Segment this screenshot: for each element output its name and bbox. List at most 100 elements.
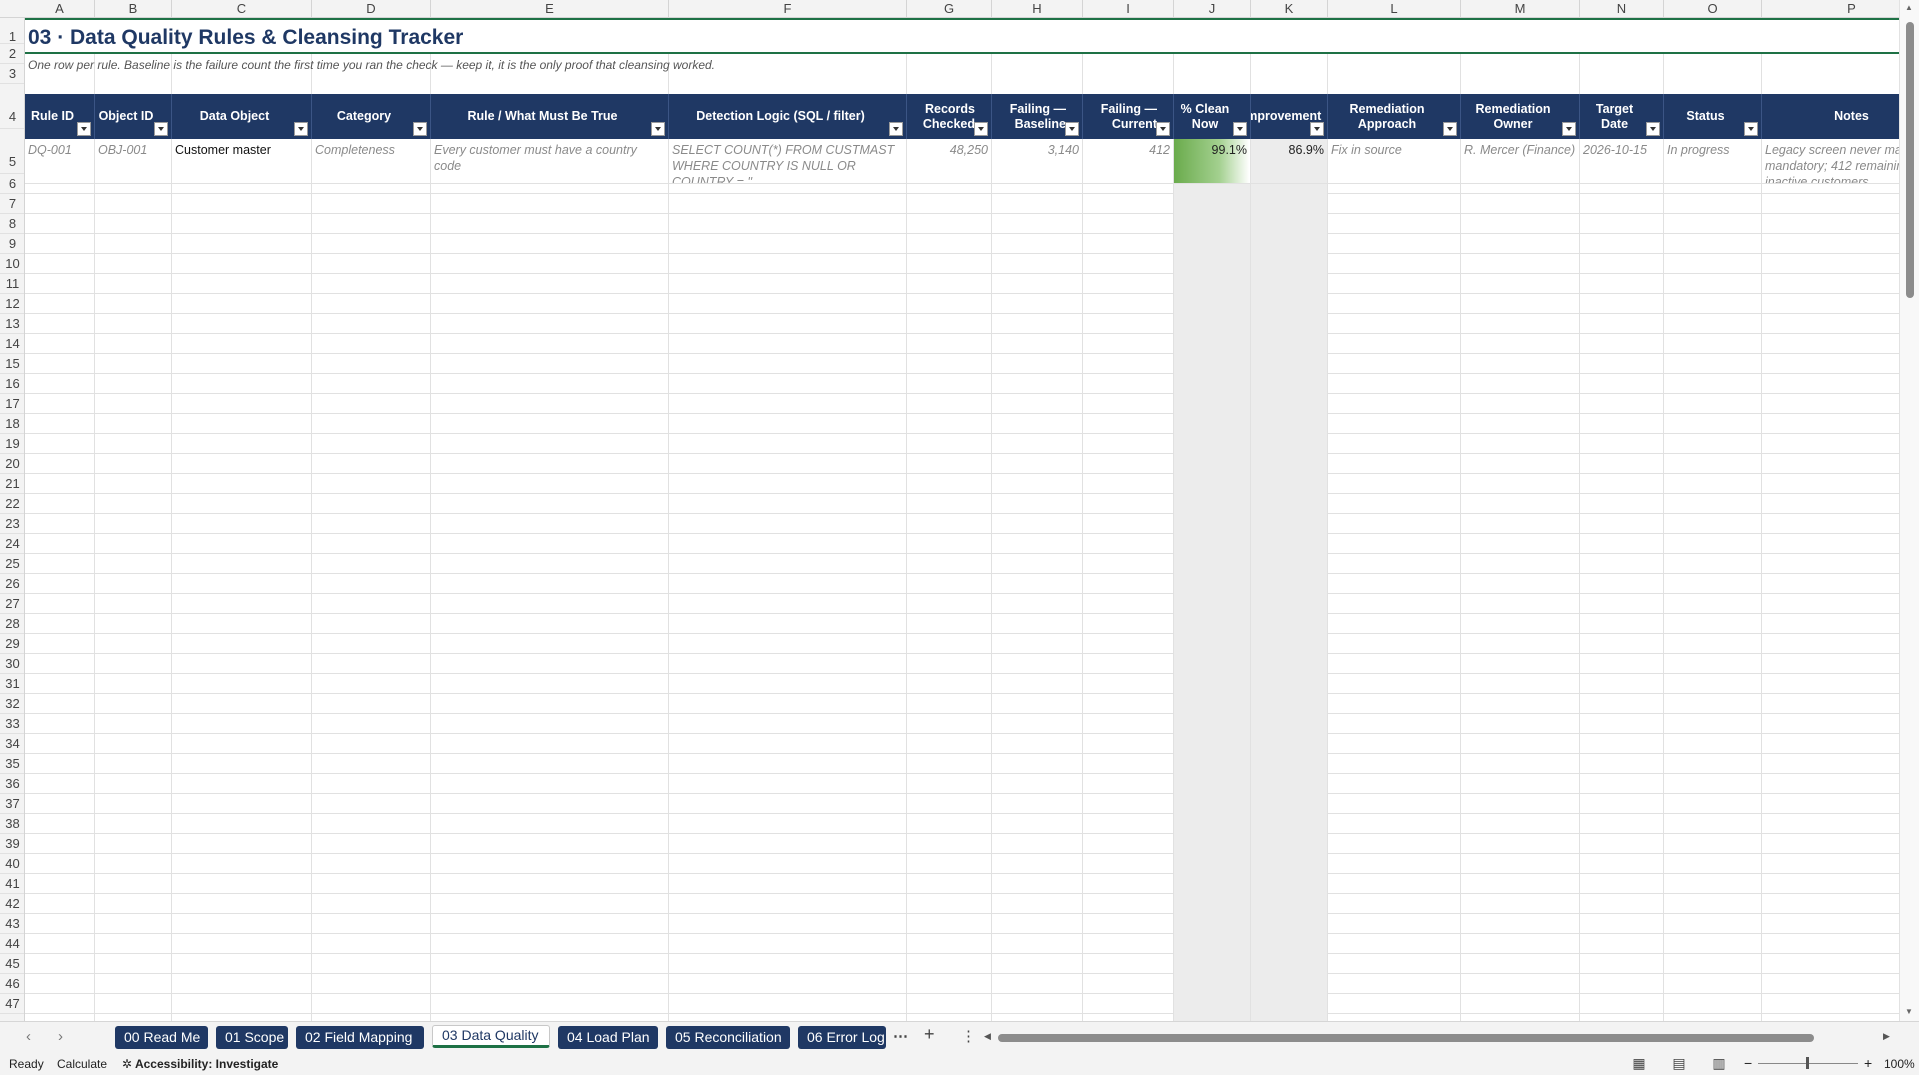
column-title[interactable]: Status: [1664, 94, 1762, 139]
row-header[interactable]: 8: [0, 214, 24, 234]
vertical-scroll-thumb[interactable]: [1906, 22, 1914, 298]
row-header[interactable]: 20: [0, 454, 24, 474]
row-header[interactable]: 23: [0, 514, 24, 534]
cell-failing-baseline[interactable]: 3,140: [992, 139, 1083, 184]
cell-rule[interactable]: Every customer must have a country code: [431, 139, 669, 184]
row-header[interactable]: 9: [0, 234, 24, 254]
column-title[interactable]: Target Date: [1580, 94, 1664, 139]
sheet-tab[interactable]: 05 Reconciliation: [666, 1026, 790, 1049]
row-header[interactable]: 45: [0, 954, 24, 974]
column-header[interactable]: C: [172, 0, 312, 18]
cell-failing-current[interactable]: 412: [1083, 139, 1174, 184]
row-header[interactable]: 31: [0, 674, 24, 694]
filter-dropdown-icon[interactable]: [77, 122, 91, 136]
filter-dropdown-icon[interactable]: [889, 122, 903, 136]
row-header[interactable]: 15: [0, 354, 24, 374]
row-header[interactable]: 39: [0, 834, 24, 854]
page-layout-icon[interactable]: ▤: [1670, 1055, 1688, 1071]
zoom-out-icon[interactable]: −: [1744, 1055, 1752, 1071]
row-header[interactable]: 29: [0, 634, 24, 654]
filter-dropdown-icon[interactable]: [1744, 122, 1758, 136]
row-header[interactable]: 22: [0, 494, 24, 514]
row-header[interactable]: 1: [0, 18, 24, 44]
row-header[interactable]: 27: [0, 594, 24, 614]
column-title[interactable]: Remediation Owner: [1461, 94, 1580, 139]
column-header[interactable]: F: [669, 0, 907, 18]
ellipsis-icon[interactable]: ⋯: [893, 1027, 908, 1045]
row-header[interactable]: 32: [0, 694, 24, 714]
column-title[interactable]: % Clean Now: [1174, 94, 1251, 139]
column-title[interactable]: Rule / What Must Be True: [431, 94, 669, 139]
cell-remediation[interactable]: Fix in source: [1328, 139, 1461, 184]
chevron-right-icon[interactable]: ›: [58, 1028, 63, 1045]
column-header[interactable]: J: [1174, 0, 1251, 18]
scroll-up-icon[interactable]: ▲: [1905, 3, 1913, 12]
row-header[interactable]: 37: [0, 794, 24, 814]
vertical-scrollbar[interactable]: ▲ ▼: [1899, 0, 1919, 1021]
row-header[interactable]: 18: [0, 414, 24, 434]
sheet-tab[interactable]: 03 Data Quality: [432, 1025, 550, 1048]
row-header[interactable]: 13: [0, 314, 24, 334]
column-title[interactable]: Failing — Current: [1083, 94, 1174, 139]
row-header[interactable]: 25: [0, 554, 24, 574]
accessibility-button[interactable]: ✲ Accessibility: Investigate: [122, 1057, 278, 1071]
row-header[interactable]: 10: [0, 254, 24, 274]
filter-dropdown-icon[interactable]: [1443, 122, 1457, 136]
column-title[interactable]: Improvement: [1251, 94, 1328, 139]
sheet-tab[interactable]: 01 Scope: [216, 1026, 288, 1049]
column-title[interactable]: Category: [312, 94, 431, 139]
cell-pct-clean[interactable]: 99.1%: [1174, 139, 1251, 184]
row-header[interactable]: 3: [0, 64, 24, 84]
row-header[interactable]: 44: [0, 934, 24, 954]
row-header[interactable]: 5: [0, 129, 24, 174]
row-header[interactable]: 6: [0, 174, 24, 194]
row-header[interactable]: 4: [0, 84, 24, 129]
cell-status[interactable]: In progress: [1664, 139, 1762, 184]
column-title[interactable]: Object ID: [95, 94, 172, 139]
column-header[interactable]: M: [1461, 0, 1580, 18]
chevron-left-icon[interactable]: ‹: [26, 1028, 31, 1045]
vertical-dots-icon[interactable]: ⋮: [961, 1027, 976, 1045]
row-header[interactable]: 19: [0, 434, 24, 454]
calculate-button[interactable]: Calculate: [57, 1057, 107, 1071]
filter-dropdown-icon[interactable]: [1310, 122, 1324, 136]
cell-owner[interactable]: R. Mercer (Finance): [1461, 139, 1580, 184]
scroll-left-icon[interactable]: ◀: [984, 1031, 991, 1042]
row-header[interactable]: 14: [0, 334, 24, 354]
filter-dropdown-icon[interactable]: [1233, 122, 1247, 136]
column-header[interactable]: D: [312, 0, 431, 18]
scroll-down-icon[interactable]: ▼: [1905, 1007, 1913, 1016]
column-header[interactable]: E: [431, 0, 669, 18]
row-header[interactable]: 7: [0, 194, 24, 214]
row-header[interactable]: 12: [0, 294, 24, 314]
column-title[interactable]: Records Checked: [907, 94, 992, 139]
zoom-level[interactable]: 100%: [1884, 1057, 1915, 1071]
row-header[interactable]: 41: [0, 874, 24, 894]
row-header[interactable]: 35: [0, 754, 24, 774]
column-header[interactable]: H: [992, 0, 1083, 18]
sheet-tab[interactable]: 06 Error Log: [798, 1026, 886, 1049]
row-header[interactable]: 28: [0, 614, 24, 634]
row-header[interactable]: 26: [0, 574, 24, 594]
cell-object-id[interactable]: OBJ-001: [95, 139, 172, 184]
cell-records-checked[interactable]: 48,250: [907, 139, 992, 184]
column-header[interactable]: G: [907, 0, 992, 18]
sheet-tab[interactable]: 04 Load Plan: [558, 1026, 658, 1049]
sheet-tab[interactable]: 02 Field Mapping: [296, 1026, 424, 1049]
column-header[interactable]: B: [95, 0, 172, 18]
filter-dropdown-icon[interactable]: [651, 122, 665, 136]
filter-dropdown-icon[interactable]: [1156, 122, 1170, 136]
filter-dropdown-icon[interactable]: [974, 122, 988, 136]
column-header[interactable]: O: [1664, 0, 1762, 18]
column-header[interactable]: L: [1328, 0, 1461, 18]
column-header[interactable]: P: [1762, 0, 1919, 18]
page-break-icon[interactable]: ▥: [1710, 1055, 1728, 1071]
horizontal-scrollbar[interactable]: ◀ ▶: [984, 1031, 1890, 1042]
row-header[interactable]: 47: [0, 994, 24, 1014]
row-header[interactable]: 11: [0, 274, 24, 294]
sheet-title-cell[interactable]: 03 · Data Quality Rules & Cleansing Trac…: [25, 18, 1899, 54]
column-title[interactable]: Failing — Baseline: [992, 94, 1083, 139]
filter-dropdown-icon[interactable]: [413, 122, 427, 136]
row-header[interactable]: 2: [0, 44, 24, 64]
row-header[interactable]: 17: [0, 394, 24, 414]
